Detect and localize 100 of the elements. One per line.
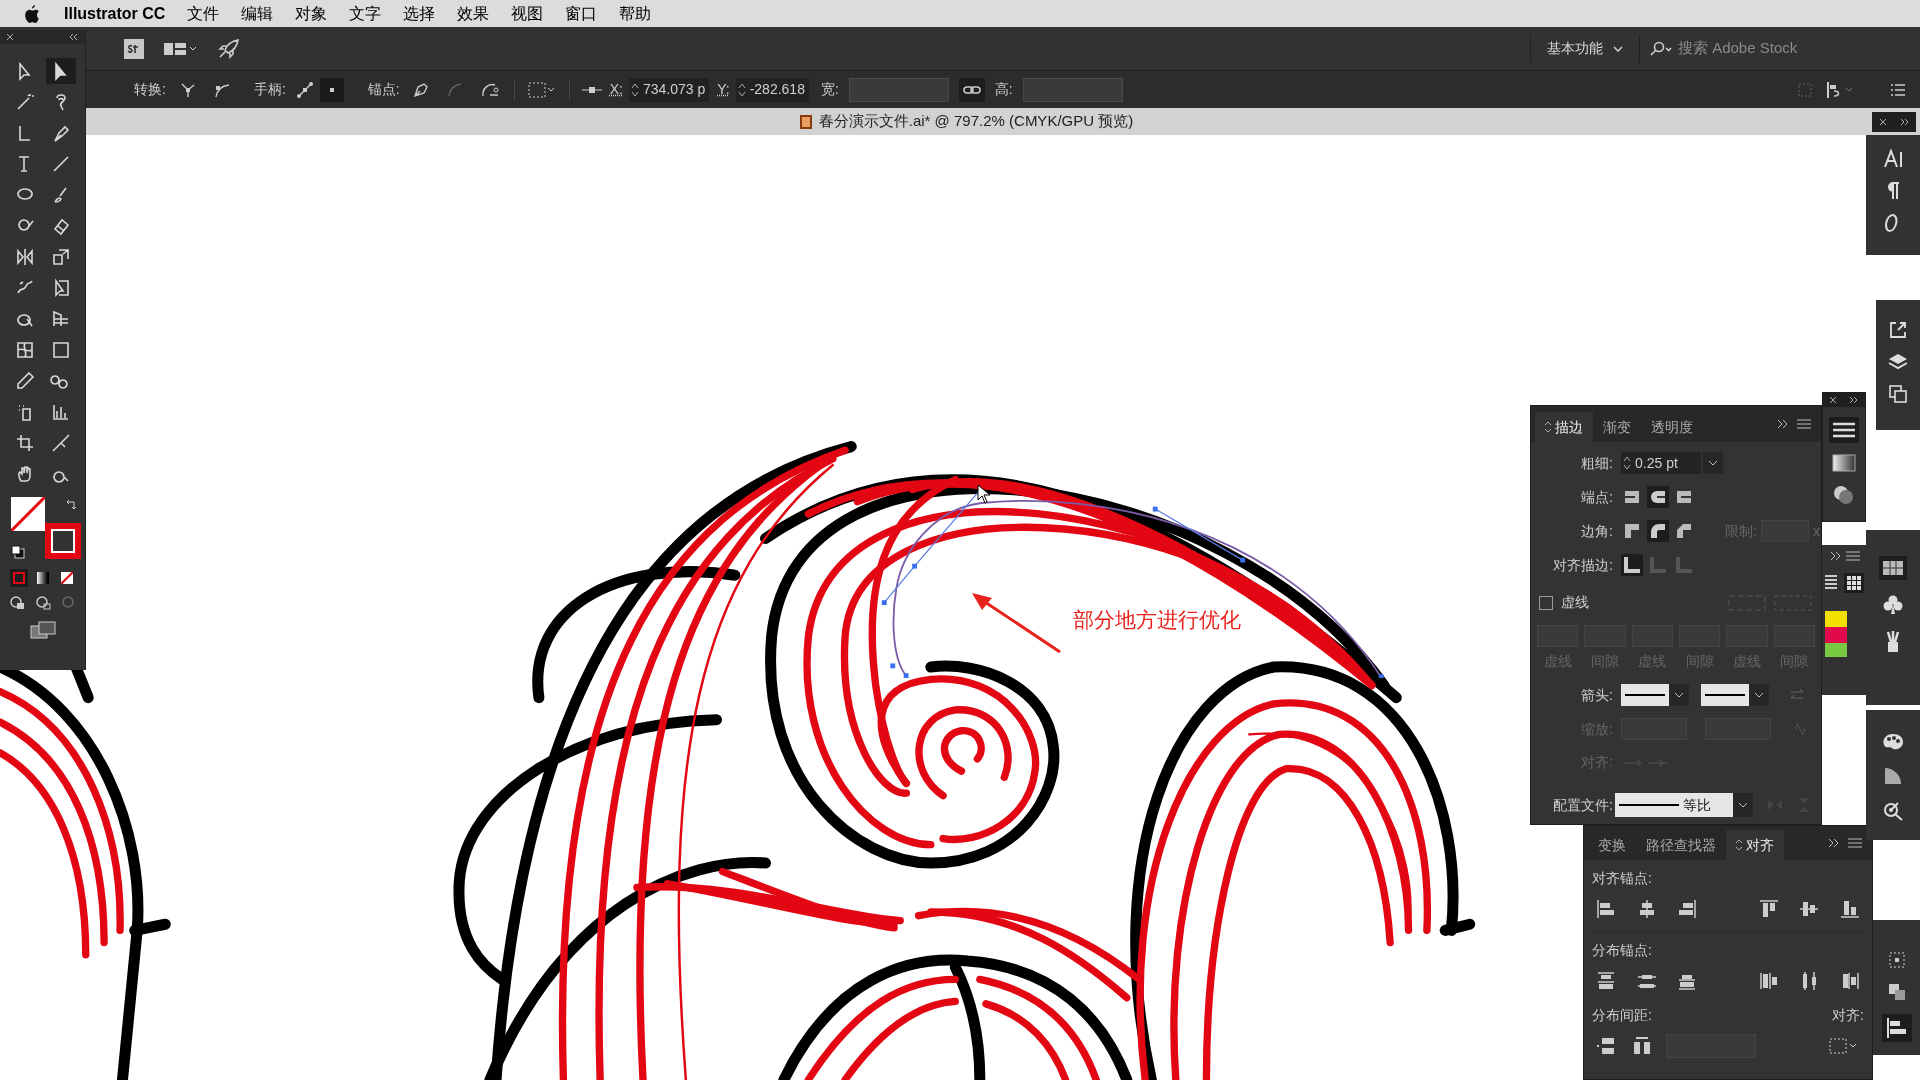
search-field[interactable]: 搜索 Adobe Stock	[1678, 37, 1888, 60]
menu-item[interactable]: 对象	[295, 1, 328, 26]
fill-swatch[interactable]	[10, 497, 45, 531]
direct-selection-tool-icon[interactable]	[45, 58, 76, 84]
stock-icon[interactable]	[124, 38, 144, 59]
collapse-icon[interactable]	[69, 33, 79, 41]
start-arrowhead-dropdown[interactable]	[1621, 684, 1689, 706]
gradient-icon[interactable]	[1831, 453, 1857, 473]
menu-list-icon[interactable]	[1890, 82, 1906, 97]
panel-tab[interactable]: 路径查找器	[1636, 830, 1726, 860]
connect-icon[interactable]	[445, 80, 464, 99]
rocket-icon[interactable]	[218, 38, 240, 59]
layout-icon[interactable]	[164, 41, 196, 56]
y-label: Y:	[717, 80, 730, 99]
horizontal-spacing-icon[interactable]	[1632, 1036, 1652, 1056]
stroke-swatch[interactable]	[44, 523, 81, 559]
link-icon[interactable]	[958, 77, 985, 102]
reference-point-icon[interactable]	[581, 84, 602, 95]
horizontal-align-right-icon[interactable]	[1677, 899, 1698, 919]
export-icon[interactable]	[1888, 320, 1908, 340]
close-icon[interactable]	[1829, 396, 1837, 404]
menu-item[interactable]: 帮助	[619, 1, 652, 26]
menu-item[interactable]: 窗口	[565, 1, 598, 26]
stroke-lines-icon[interactable]	[1829, 417, 1859, 443]
stepper-icon	[1545, 421, 1551, 433]
x-field[interactable]: 734.073 p	[628, 77, 710, 102]
height-field[interactable]	[1022, 77, 1123, 102]
transparency-icon[interactable]	[1832, 483, 1856, 507]
align-stroke-label: 对齐描边:	[1552, 555, 1613, 575]
round-cap-icon[interactable]	[1647, 486, 1669, 508]
magnifier-node-icon[interactable]	[1882, 800, 1904, 822]
weight-field[interactable]: 0.25 pt	[1621, 452, 1701, 474]
swap-icon[interactable]	[64, 499, 77, 511]
menu-item[interactable]: 视图	[511, 1, 544, 26]
document-tab[interactable]: 春分演示文件.ai* @ 797.2% (CMYK/GPU 预览)	[798, 110, 1134, 133]
panel-tab[interactable]: 对齐	[1726, 830, 1784, 860]
vertical-distribute-top-icon[interactable]	[1596, 971, 1616, 991]
dropdown-icon	[1749, 684, 1769, 706]
expand-icon[interactable]	[1828, 838, 1840, 848]
vertical-align-top-icon[interactable]	[1758, 899, 1779, 919]
show-handles-icon[interactable]	[295, 80, 314, 99]
screen-mode-icon[interactable]	[29, 621, 56, 639]
close-icon[interactable]	[6, 33, 14, 41]
dashed-line-checkbox[interactable]: 虚线	[1539, 592, 1589, 613]
layers-icon[interactable]	[1887, 352, 1909, 372]
menu-item[interactable]: 文字	[349, 1, 382, 26]
horizontal-align-left-icon[interactable]	[1596, 899, 1616, 919]
panel-tab[interactable]: 变换	[1588, 830, 1636, 860]
default-colors-icon[interactable]	[10, 545, 25, 559]
align-icon[interactable]	[1881, 1014, 1912, 1042]
apple-logo-icon[interactable]	[24, 4, 40, 23]
vertical-align-bottom-icon[interactable]	[1839, 899, 1860, 919]
draw-normal-icon[interactable]	[7, 595, 26, 611]
workspace-switcher[interactable]: 基本功能	[1547, 38, 1623, 59]
app-name[interactable]: Illustrator CC	[64, 1, 166, 26]
swatches-icon[interactable]	[1879, 556, 1907, 580]
artboards-icon[interactable]	[1888, 384, 1908, 404]
grid-view-icon[interactable]	[1844, 573, 1864, 593]
y-field[interactable]: -282.618	[735, 77, 809, 102]
align-to-label: 对齐:	[1832, 1006, 1864, 1025]
align-center-stroke-icon[interactable]	[1621, 554, 1643, 576]
panel-menu-icon[interactable]	[1846, 551, 1860, 561]
select-bounds-icon[interactable]	[526, 80, 557, 99]
menu-item[interactable]: 文件	[187, 1, 220, 26]
expand-icon[interactable]	[1777, 419, 1789, 429]
close-icon[interactable]	[1878, 117, 1887, 126]
draw-behind-icon[interactable]	[33, 595, 52, 611]
expand-icon[interactable]	[1830, 551, 1842, 561]
paragraph-icon[interactable]	[1886, 181, 1900, 201]
vertical-spacing-icon[interactable]	[1596, 1036, 1616, 1056]
width-field[interactable]	[848, 77, 949, 102]
horizontal-distribute-left-icon[interactable]	[1758, 971, 1779, 991]
palette-icon[interactable]	[1881, 732, 1905, 752]
menu-item[interactable]: 效果	[457, 1, 490, 26]
vertical-align-center-icon[interactable]	[1799, 899, 1820, 919]
corner-anchor-icon[interactable]	[179, 81, 196, 98]
club-icon[interactable]	[1882, 594, 1904, 616]
round-join-icon[interactable]	[1647, 520, 1669, 542]
panel-tab[interactable]: 描边	[1535, 412, 1593, 442]
handles-label: 手柄:	[253, 80, 286, 99]
pen-delete-icon[interactable]	[411, 80, 430, 99]
arrowhead-label: 箭头:	[1580, 685, 1613, 705]
panel-tab[interactable]: 透明度	[1641, 412, 1703, 442]
character-icon[interactable]	[1883, 149, 1903, 169]
menu-item[interactable]: 编辑	[241, 1, 274, 26]
transform-icon[interactable]	[1886, 950, 1907, 970]
panel-menu-icon[interactable]	[1848, 838, 1862, 848]
panel-tab[interactable]: 渐变	[1593, 412, 1641, 442]
color-mode-button[interactable]	[9, 569, 28, 587]
panel-menu-icon[interactable]	[1797, 419, 1811, 429]
hide-handles-icon[interactable]	[319, 77, 344, 102]
anchors-label: 锚点:	[367, 80, 400, 99]
expand-icon[interactable]	[1899, 117, 1910, 126]
expand-icon[interactable]	[1849, 396, 1859, 404]
pathfinder-icon[interactable]	[1886, 982, 1907, 1002]
quarter-gradient-icon[interactable]	[1883, 766, 1903, 786]
end-arrowhead-dropdown[interactable]	[1701, 684, 1769, 706]
smooth-anchor-icon[interactable]	[213, 81, 230, 98]
menu-item[interactable]: 选择	[403, 1, 436, 26]
list-view-icon[interactable]	[1824, 573, 1838, 591]
